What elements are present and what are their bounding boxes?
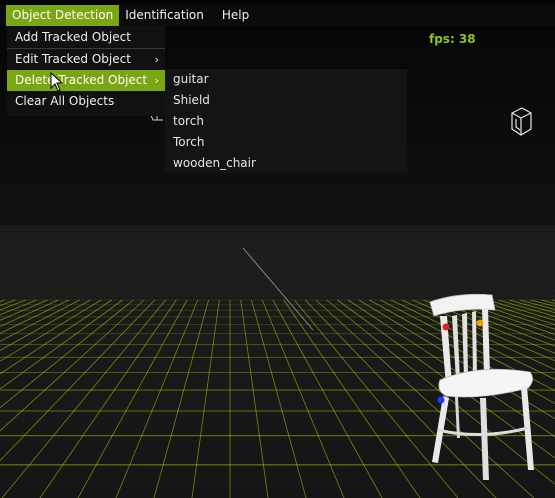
menu-item-label: Delete Tracked Object xyxy=(15,73,148,87)
chevron-right-icon: › xyxy=(154,53,159,66)
menu-bar: Object Detection Identification Help xyxy=(0,5,555,26)
submenu-item-torch[interactable]: torch xyxy=(165,111,407,132)
menu-item-edit-tracked-object[interactable]: Edit Tracked Object › xyxy=(7,49,165,70)
menu-object-detection[interactable]: Object Detection xyxy=(6,5,120,26)
cube-icon[interactable] xyxy=(508,105,534,139)
submenu-item-guitar[interactable]: guitar xyxy=(165,69,407,90)
menu-help[interactable]: Help xyxy=(210,5,255,26)
menu-identification[interactable]: Identification xyxy=(119,5,210,26)
object-detection-dropdown: Add Tracked Object Edit Tracked Object ›… xyxy=(7,26,165,116)
menu-item-label: Add Tracked Object xyxy=(15,30,131,44)
submenu-item-wooden-chair[interactable]: wooden_chair xyxy=(165,153,407,174)
fps-counter: fps: 38 xyxy=(429,32,476,46)
menu-item-add-tracked-object[interactable]: Add Tracked Object xyxy=(7,27,165,48)
menu-item-delete-tracked-object[interactable]: Delete Tracked Object › xyxy=(7,70,165,91)
menu-item-clear-all-objects[interactable]: Clear All Objects xyxy=(7,91,165,112)
menu-item-label: Edit Tracked Object xyxy=(15,52,131,66)
cursor-icon xyxy=(50,72,64,92)
chevron-right-icon: › xyxy=(154,74,159,87)
delete-tracked-object-submenu: guitar Shield torch Torch wooden_chair xyxy=(165,69,407,173)
menu-item-label: Clear All Objects xyxy=(15,94,115,108)
submenu-item-torch-capital[interactable]: Torch xyxy=(165,132,407,153)
submenu-item-shield[interactable]: Shield xyxy=(165,90,407,111)
